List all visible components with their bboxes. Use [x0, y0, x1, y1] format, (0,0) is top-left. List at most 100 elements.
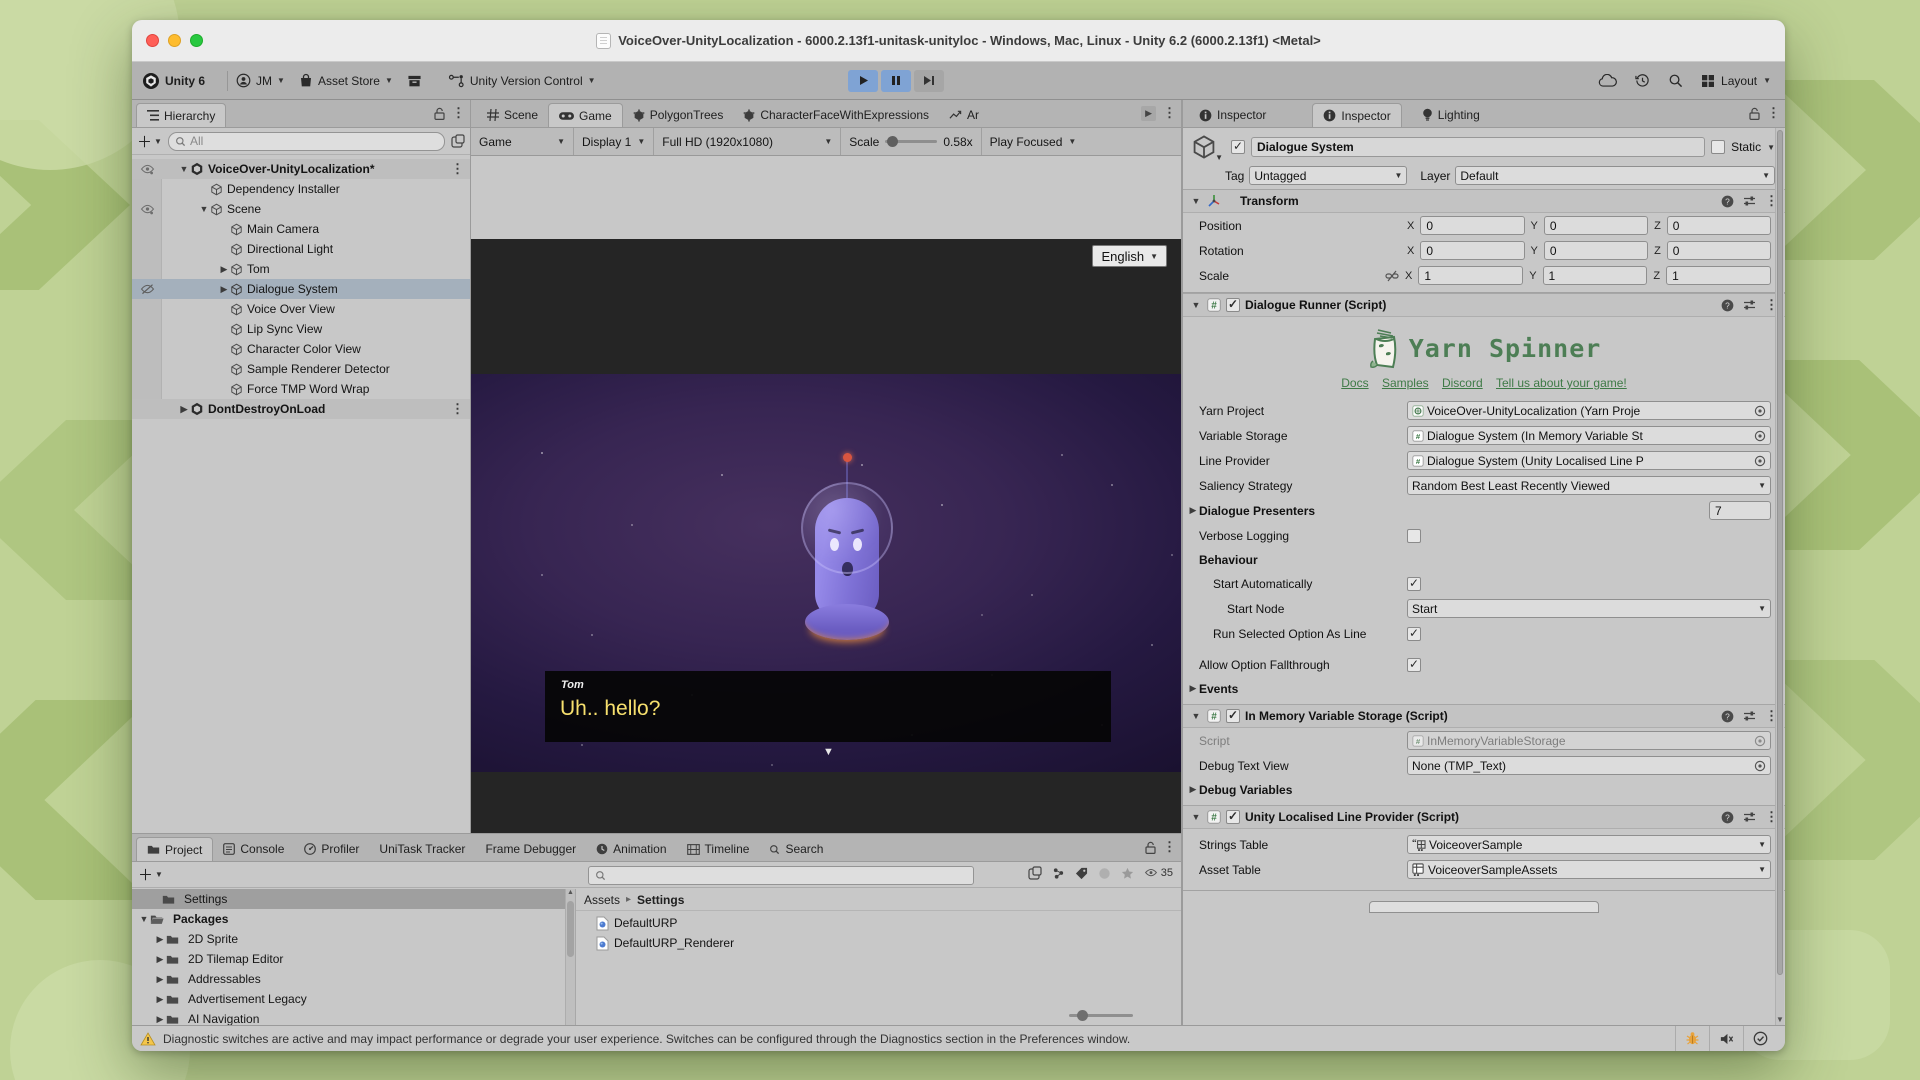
localised-provider-header[interactable]: ▼ # Unity Localised Line Provider (Scrip…: [1183, 805, 1785, 829]
expander-right-icon[interactable]: ▶: [218, 284, 230, 295]
dialogue-runner-header[interactable]: ▼ # Dialogue Runner (Script) ? ⋮: [1183, 293, 1785, 317]
expander-right-icon[interactable]: ▶: [1187, 784, 1199, 795]
play-button[interactable]: [848, 70, 878, 92]
row-menu-icon[interactable]: ⋮: [451, 401, 464, 417]
scene-header-row[interactable]: ▼ VoiceOver-UnityLocalization* ⋮: [132, 159, 470, 179]
object-picker-icon[interactable]: [1754, 735, 1766, 747]
breadcrumb-root[interactable]: Assets: [584, 893, 620, 907]
tree-row-selected[interactable]: ▶ Dialogue System: [132, 279, 470, 299]
version-control-menu[interactable]: Unity Version Control ▼: [448, 74, 596, 88]
scale-z-field[interactable]: 1: [1666, 266, 1771, 285]
display-dropdown[interactable]: Display 1▼: [582, 135, 645, 149]
start-automatically-checkbox[interactable]: [1407, 577, 1421, 591]
expander-right-icon[interactable]: ▶: [1187, 683, 1199, 694]
tab-lighting[interactable]: Lighting: [1412, 103, 1490, 127]
object-picker-icon[interactable]: [1754, 455, 1766, 467]
verbose-logging-checkbox[interactable]: [1407, 529, 1421, 543]
tab-search[interactable]: Search: [759, 837, 833, 861]
scroll-down-icon[interactable]: ▼: [1776, 1015, 1784, 1024]
tag-dropdown[interactable]: Untagged▼: [1249, 166, 1407, 185]
expander-down-icon[interactable]: ▼: [138, 914, 150, 924]
expander-right-icon[interactable]: ▶: [154, 974, 166, 985]
presets-icon[interactable]: [1743, 710, 1756, 722]
component-enabled-checkbox[interactable]: [1226, 298, 1240, 312]
position-x-field[interactable]: 0: [1420, 216, 1524, 235]
account-menu[interactable]: JM ▼: [236, 73, 285, 88]
language-dropdown[interactable]: English ▼: [1092, 245, 1167, 267]
step-button[interactable]: [914, 70, 944, 92]
expander-down-icon[interactable]: ▼: [1190, 196, 1202, 206]
unity-hub-button[interactable]: Unity 6: [142, 72, 205, 90]
package-manager-button[interactable]: [407, 74, 422, 88]
presets-icon[interactable]: [1743, 299, 1756, 311]
tab-characterfacewithexpressions[interactable]: CharacterFaceWithExpressions: [733, 103, 939, 127]
rotation-y-field[interactable]: 0: [1544, 241, 1648, 260]
tree-row[interactable]: Dependency Installer: [132, 179, 470, 199]
tab-timeline[interactable]: Timeline: [677, 837, 760, 861]
help-icon[interactable]: ?: [1721, 710, 1734, 723]
mute-notifications-icon[interactable]: [1709, 1026, 1743, 1051]
hierarchy-search-input[interactable]: All: [168, 132, 445, 151]
folder-row[interactable]: ▶ Addressables: [132, 969, 575, 989]
transform-header[interactable]: ▼ Transform ? ⋮: [1183, 189, 1785, 213]
status-message[interactable]: Diagnostic switches are active and may i…: [163, 1032, 1130, 1046]
variable-storage-field[interactable]: # Dialogue System (In Memory Variable St: [1407, 426, 1771, 445]
start-node-dropdown[interactable]: Start ▼: [1407, 599, 1771, 618]
tab-ar-truncated[interactable]: Ar: [939, 103, 981, 127]
asset-table-dropdown[interactable]: VoiceoverSampleAssets ▼: [1407, 860, 1771, 879]
game-mode-dropdown[interactable]: Game▼: [479, 135, 565, 149]
component-enabled-checkbox[interactable]: [1226, 709, 1240, 723]
folder-row[interactable]: ▶ 2D Sprite: [132, 929, 575, 949]
search-icon[interactable]: [1668, 73, 1683, 88]
scale-y-field[interactable]: 1: [1543, 266, 1648, 285]
tab-unitask-tracker[interactable]: UniTask Tracker: [369, 837, 475, 861]
tab-inspector-2[interactable]: Inspector: [1312, 103, 1401, 127]
search-by-type-icon[interactable]: [1052, 867, 1065, 880]
asset-row[interactable]: DefaultURP: [576, 913, 1181, 933]
folder-row[interactable]: ▼ Packages: [132, 909, 575, 929]
tree-row[interactable]: Lip Sync View: [132, 319, 470, 339]
panel-menu-icon[interactable]: ⋮: [1163, 105, 1176, 121]
expander-right-icon[interactable]: ▶: [154, 954, 166, 965]
favorites-star-icon[interactable]: [1121, 867, 1134, 880]
presenters-count-field[interactable]: 7: [1709, 501, 1771, 520]
position-y-field[interactable]: 0: [1544, 216, 1648, 235]
search-by-label-icon[interactable]: [1075, 867, 1088, 880]
scene-header-row[interactable]: ▶ DontDestroyOnLoad ⋮: [132, 399, 470, 419]
asset-row[interactable]: DefaultURP_Renderer: [576, 933, 1181, 953]
tab-console[interactable]: Console: [213, 837, 294, 861]
tab-hierarchy[interactable]: Hierarchy: [136, 103, 226, 127]
link-samples[interactable]: Samples: [1382, 376, 1429, 390]
popout-icon[interactable]: [1028, 866, 1042, 880]
static-checkbox[interactable]: [1711, 140, 1725, 154]
project-search-input[interactable]: [588, 866, 974, 885]
resolution-dropdown[interactable]: Full HD (1920x1080)▼: [662, 135, 832, 149]
saliency-strategy-dropdown[interactable]: Random Best Least Recently Viewed ▼: [1407, 476, 1771, 495]
tree-row[interactable]: ▶ Tom: [132, 259, 470, 279]
object-picker-icon[interactable]: [1754, 405, 1766, 417]
tab-scroll-right-icon[interactable]: ▶: [1141, 106, 1156, 121]
gameobject-icon[interactable]: ▼: [1191, 134, 1217, 160]
help-icon[interactable]: ?: [1721, 299, 1734, 312]
run-selected-option-checkbox[interactable]: [1407, 627, 1421, 641]
create-object-button[interactable]: ＋▼: [137, 131, 162, 152]
visibility-hidden-icon[interactable]: [138, 284, 156, 295]
expander-down-icon[interactable]: ▼: [1190, 711, 1202, 721]
expander-down-icon[interactable]: ▼: [178, 164, 190, 174]
dialogue-continue-icon[interactable]: ▼: [823, 746, 834, 758]
cloud-icon[interactable]: [1598, 74, 1617, 87]
lock-icon[interactable]: [1749, 107, 1760, 120]
help-icon[interactable]: ?: [1721, 195, 1734, 208]
tab-profiler[interactable]: Profiler: [294, 837, 369, 861]
presets-icon[interactable]: [1743, 811, 1756, 823]
panel-menu-icon[interactable]: ⋮: [1163, 839, 1176, 855]
thumbnail-size-slider[interactable]: [1069, 1014, 1133, 1017]
layout-menu[interactable]: Layout ▼: [1701, 74, 1771, 88]
gameobject-name-field[interactable]: Dialogue System: [1251, 137, 1705, 157]
visibility-eye-icon[interactable]: [138, 204, 156, 215]
add-component-button[interactable]: [1369, 901, 1599, 913]
layer-dropdown[interactable]: Default▼: [1455, 166, 1775, 185]
lock-icon[interactable]: [1145, 841, 1156, 854]
scale-slider[interactable]: [885, 140, 937, 143]
tree-row[interactable]: Voice Over View: [132, 299, 470, 319]
